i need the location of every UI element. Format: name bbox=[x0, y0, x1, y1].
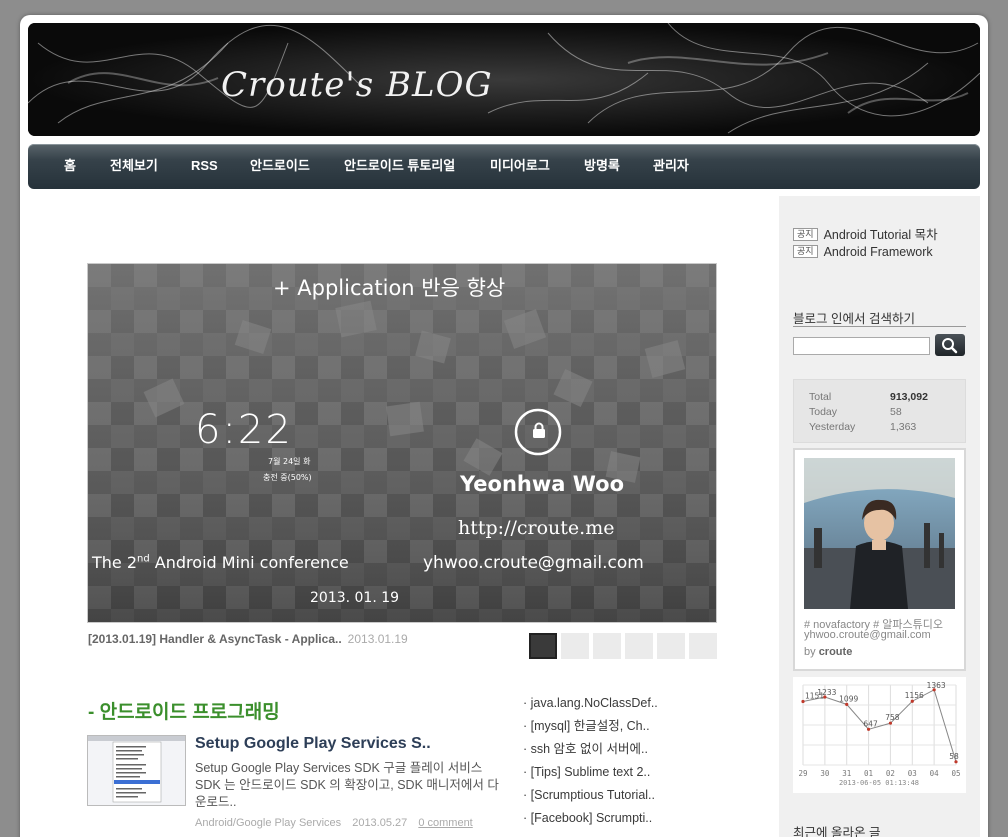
series-line bbox=[802, 689, 957, 762]
lock-charging: 충전 중(50%) bbox=[263, 473, 312, 482]
list-item[interactable]: · [Scrumptious Tutorial.. bbox=[523, 785, 658, 808]
nav-item-admin[interactable]: 관리자 bbox=[653, 144, 689, 189]
notice-tag: 공지 bbox=[793, 228, 818, 241]
tick-label: 04 bbox=[930, 769, 940, 778]
list-item[interactable]: · java.lang.NoClassDef.. bbox=[523, 693, 658, 716]
author-url: http://croute.me bbox=[458, 517, 615, 539]
search-heading: 블로그 인에서 검색하기 bbox=[793, 312, 915, 326]
list-item[interactable]: · ssh 암호 없이 서버에.. bbox=[523, 739, 658, 762]
data-label: 58 bbox=[949, 752, 959, 761]
counter-today: 58 bbox=[890, 406, 902, 418]
nav-item-android[interactable]: 안드로이드 bbox=[250, 144, 310, 189]
tick-label: 05 bbox=[951, 769, 960, 778]
counter-total: 913,092 bbox=[890, 391, 928, 403]
counter-label: Yesterday bbox=[809, 421, 856, 433]
counter-label: Total bbox=[809, 391, 832, 403]
slide-caption-title[interactable]: [2013.01.19] Handler & AsyncTask - Appli… bbox=[88, 632, 342, 646]
profile-photo[interactable] bbox=[804, 458, 955, 609]
data-label: 1233 bbox=[817, 688, 836, 697]
list-item[interactable]: · [Tips] Sublime text 2.. bbox=[523, 762, 658, 785]
slide-thumb-5[interactable] bbox=[657, 633, 685, 659]
blog-banner[interactable]: Croute's BLOG bbox=[28, 23, 980, 136]
slide-headline: + Application 반응 향상 bbox=[273, 276, 506, 300]
conference-name: The 2nd Android Mini conference bbox=[92, 553, 349, 572]
search-button[interactable] bbox=[935, 334, 965, 356]
divider bbox=[793, 326, 966, 327]
slide-caption-date: 2013.01.19 bbox=[347, 632, 408, 646]
notice-item[interactable]: 공지 Android Tutorial 목차 bbox=[793, 224, 938, 243]
nav-item-rss[interactable]: RSS bbox=[191, 144, 218, 189]
post-category[interactable]: Android/Google Play Services bbox=[195, 817, 341, 829]
category-title[interactable]: - 안드로이드 프로그래밍 bbox=[88, 697, 280, 724]
author-name: Yeonhwa Woo bbox=[460, 472, 625, 496]
profile-card: # novafactory # 알파스튜디오 yhwoo.croute@gmai… bbox=[793, 448, 966, 671]
notice-label[interactable]: Android Framework bbox=[824, 245, 933, 259]
tick-label: 31 bbox=[842, 769, 851, 778]
tick-label: 02 bbox=[886, 769, 895, 778]
post-meta: Android/Google Play Services 2013.05.27 … bbox=[195, 817, 473, 829]
tick-label: 30 bbox=[820, 769, 830, 778]
tick-label: 29 bbox=[798, 769, 807, 778]
counter-yesterday: 1,363 bbox=[890, 421, 917, 433]
recent-posts-heading: 최근에 올라온 글 bbox=[793, 826, 881, 837]
post-thumbnail[interactable] bbox=[87, 735, 186, 806]
list-item[interactable]: · [mysql] 한글설정, Ch.. bbox=[523, 716, 658, 739]
search-input[interactable] bbox=[793, 337, 930, 355]
post-comments[interactable]: 0 comment bbox=[418, 817, 472, 829]
slide-thumb-4[interactable] bbox=[625, 633, 653, 659]
recent-post-list: · java.lang.NoClassDef.. · [mysql] 한글설정,… bbox=[523, 693, 658, 831]
author-email: yhwoo.croute@gmail.com bbox=[423, 553, 644, 573]
nav-item-medialog[interactable]: 미디어로그 bbox=[490, 144, 550, 189]
avatar bbox=[804, 458, 955, 609]
notice-tag: 공지 bbox=[793, 245, 818, 258]
notice-item[interactable]: 공지 Android Framework bbox=[793, 245, 933, 259]
slide-thumb-3[interactable] bbox=[593, 633, 621, 659]
conference-date: 2013. 01. 19 bbox=[310, 590, 400, 606]
lock-clock: 6:22 bbox=[195, 407, 293, 453]
post-excerpt: Setup Google Play Services SDK 구글 플레이 서비… bbox=[195, 761, 499, 809]
profile-byline: by croute bbox=[804, 646, 853, 658]
smoke-background bbox=[28, 23, 980, 136]
tick-label: 03 bbox=[908, 769, 917, 778]
lock-date: 7월 24일 화 bbox=[268, 457, 311, 466]
data-label: 1156 bbox=[905, 691, 924, 700]
lock-icon bbox=[532, 422, 546, 442]
list-item[interactable]: · [Facebook] Scrumpti.. bbox=[523, 808, 658, 831]
counter-label: Today bbox=[809, 406, 838, 418]
blog-title[interactable]: Croute's BLOG bbox=[221, 65, 493, 105]
visitor-chart: 1151 29 1233 30 1099 31 647 01 758 02 1156 03 1363 04… bbox=[793, 677, 966, 793]
screenshot-thumbnail bbox=[88, 736, 185, 805]
main-nav: 홈 전체보기 RSS 안드로이드 안드로이드 튜토리얼 미디어로그 방명록 관리… bbox=[28, 144, 980, 189]
nav-item-android-tutorial[interactable]: 안드로이드 튜토리얼 bbox=[344, 144, 455, 189]
profile-email: yhwoo.croute@gmail.com bbox=[804, 629, 931, 641]
slide-thumb-2[interactable] bbox=[561, 633, 589, 659]
nav-item-guestbook[interactable]: 방명록 bbox=[584, 144, 620, 189]
tick-label: 01 bbox=[864, 769, 873, 778]
data-label: 758 bbox=[885, 713, 900, 722]
slide-thumb-1[interactable] bbox=[529, 633, 557, 659]
nav-item-all[interactable]: 전체보기 bbox=[110, 144, 158, 189]
notice-label[interactable]: Android Tutorial 목차 bbox=[824, 228, 938, 242]
chart-footer: 2013-06-05 01:13:48 bbox=[839, 779, 919, 787]
data-label: 1363 bbox=[927, 681, 946, 690]
data-label: 1099 bbox=[839, 694, 858, 703]
search-icon bbox=[942, 338, 958, 354]
nav-item-home[interactable]: 홈 bbox=[64, 144, 76, 189]
featured-slide[interactable]: + Application 반응 향상 6:22 7월 24일 화 충전 중(5… bbox=[87, 263, 717, 623]
slide-thumb-6[interactable] bbox=[689, 633, 717, 659]
post-date: 2013.05.27 bbox=[352, 817, 408, 829]
visitor-chart-plot: 1151291233301099316470175802115603136304… bbox=[798, 681, 960, 787]
data-label: 647 bbox=[863, 719, 878, 728]
post-title[interactable]: Setup Google Play Services S.. bbox=[195, 735, 431, 753]
visitor-counter: Total 913,092 Today 58 Yesterday 1,363 bbox=[793, 379, 966, 443]
slide-caption[interactable]: [2013.01.19] Handler & AsyncTask - Appli… bbox=[88, 632, 408, 646]
